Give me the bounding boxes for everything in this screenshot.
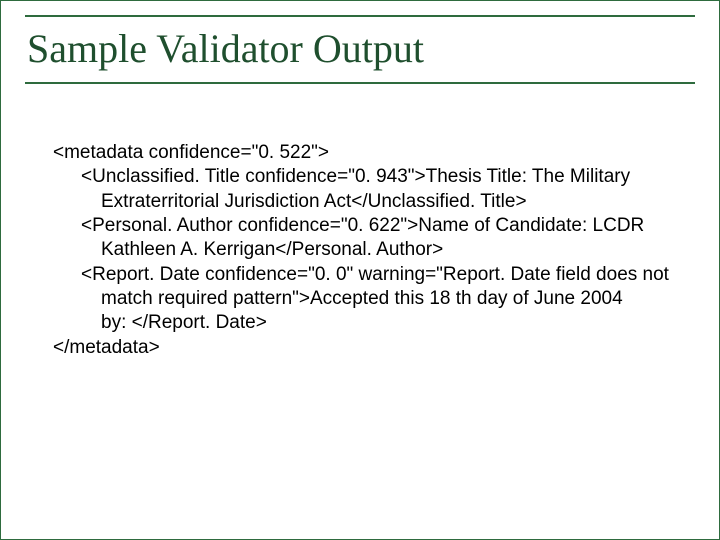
metadata-close: </metadata>: [53, 336, 679, 360]
personal-author-close: Kathleen A. Kerrigan</Personal. Author>: [53, 238, 679, 262]
report-date-close: by: </Report. Date>: [53, 311, 679, 335]
title-block: Sample Validator Output: [23, 15, 697, 84]
body-text: <metadata confidence="0. 522"> <Unclassi…: [53, 141, 679, 360]
slide-title: Sample Validator Output: [23, 17, 697, 82]
report-date-open: <Report. Date confidence="0. 0" warning=…: [53, 263, 679, 287]
slide: Sample Validator Output <metadata confid…: [0, 0, 720, 540]
report-date-mid: match required pattern">Accepted this 18…: [53, 287, 679, 311]
title-rule-bottom: [25, 82, 695, 84]
unclassified-title-open: <Unclassified. Title confidence="0. 943"…: [53, 165, 679, 189]
unclassified-title-close: Extraterritorial Jurisdiction Act</Uncla…: [53, 190, 679, 214]
personal-author-open: <Personal. Author confidence="0. 622">Na…: [53, 214, 679, 238]
metadata-open: <metadata confidence="0. 522">: [53, 141, 679, 165]
